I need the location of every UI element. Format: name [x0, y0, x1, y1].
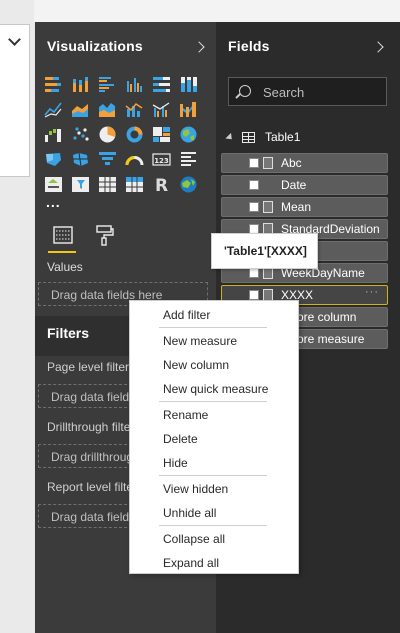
top-strip: [34, 0, 400, 22]
100-stacked-bar-icon[interactable]: [151, 74, 172, 95]
field-checkbox[interactable]: [249, 158, 259, 168]
collapse-fields-icon[interactable]: [372, 41, 384, 53]
area-chart-icon[interactable]: [70, 99, 91, 120]
waterfall-icon[interactable]: [43, 124, 64, 145]
menu-item-add-filter[interactable]: Add filter: [163, 308, 210, 322]
donut-chart-icon[interactable]: [124, 124, 145, 145]
globe-map-icon[interactable]: [178, 124, 199, 145]
gauge-icon[interactable]: [124, 149, 145, 170]
fields-search-input[interactable]: Search: [228, 77, 387, 106]
expand-caret-icon[interactable]: [225, 132, 235, 142]
menu-item-view-hidden[interactable]: View hidden: [163, 482, 228, 496]
filters-title: Filters: [47, 325, 90, 341]
r-visual-letter: R: [155, 176, 168, 194]
matrix-icon[interactable]: [124, 174, 145, 195]
report-canvas[interactable]: [0, 0, 34, 633]
values-label: Values: [47, 260, 83, 274]
line-column-icon[interactable]: [124, 99, 145, 120]
menu-item-new-column[interactable]: New column: [163, 358, 229, 372]
scatter-icon[interactable]: [70, 124, 91, 145]
menu-item-rename[interactable]: Rename: [163, 408, 208, 422]
field-item[interactable]: Date: [221, 175, 388, 195]
kpi-icon[interactable]: [43, 174, 64, 195]
more-options-icon[interactable]: ···: [365, 286, 379, 298]
menu-item-new-quick-measure[interactable]: New quick measure: [163, 382, 268, 396]
funnel-icon[interactable]: [97, 149, 118, 170]
field-name: Abc: [281, 156, 302, 170]
table-name: Table1: [265, 130, 301, 144]
menu-item-delete[interactable]: Delete: [163, 432, 198, 446]
field-checkbox[interactable]: [249, 180, 259, 190]
filled-map-icon[interactable]: [43, 149, 64, 170]
slicer-icon[interactable]: [70, 174, 91, 195]
field-item[interactable]: Abc: [221, 153, 388, 173]
context-menu: Add filter New measure New column New quick…: [129, 300, 299, 574]
search-icon: [239, 85, 251, 97]
stacked-column-icon[interactable]: [70, 74, 91, 95]
menu-item-unhide-all[interactable]: Unhide all: [163, 506, 216, 520]
visual-icon-grid: 123 R: [43, 74, 199, 195]
more-visuals-icon[interactable]: ...: [46, 194, 61, 210]
drillthrough-filters-label: Drillthrough filters: [47, 420, 141, 434]
stacked-bar-icon[interactable]: [43, 74, 64, 95]
100-stacked-column-icon[interactable]: [178, 74, 199, 95]
table-icon[interactable]: [97, 174, 118, 195]
arcgis-icon[interactable]: [178, 174, 199, 195]
multi-row-card-icon[interactable]: [178, 149, 199, 170]
format-paint-roller-icon[interactable]: [91, 222, 117, 248]
field-checkbox[interactable]: [249, 268, 259, 278]
menu-item-hide[interactable]: Hide: [163, 456, 188, 470]
treemap-icon[interactable]: [151, 124, 172, 145]
menu-item-new-measure[interactable]: New measure: [163, 334, 237, 348]
field-name: Mean: [281, 200, 312, 214]
card-icon[interactable]: 123: [151, 149, 172, 170]
field-item[interactable]: Mean: [221, 197, 388, 217]
viz-tabs: [35, 218, 216, 254]
ribbon-chart-icon[interactable]: [178, 99, 199, 120]
collapse-visualizations-icon[interactable]: [193, 41, 205, 53]
menu-separator: [159, 525, 267, 526]
line-clustered-column-icon[interactable]: [151, 99, 172, 120]
chevron-down-icon[interactable]: [8, 33, 21, 46]
clustered-column-icon[interactable]: [124, 74, 145, 95]
pie-chart-icon[interactable]: [97, 124, 118, 145]
menu-item-collapse-all[interactable]: Collapse all: [163, 532, 225, 546]
calculator-icon: [263, 201, 273, 213]
field-name: Date: [281, 178, 307, 192]
page-level-filters-label: Page level filters: [47, 360, 136, 374]
line-chart-icon[interactable]: [43, 99, 64, 120]
fields-title: Fields: [228, 38, 270, 54]
table-node[interactable]: Table1: [225, 128, 301, 146]
visual-card[interactable]: [0, 24, 30, 177]
shape-map-icon[interactable]: [70, 149, 91, 170]
menu-separator: [159, 475, 267, 476]
field-tooltip: 'Table1'[XXXX]: [211, 233, 318, 269]
fields-tab-icon[interactable]: [50, 222, 76, 248]
field-checkbox[interactable]: [249, 202, 259, 212]
active-tab-indicator: [48, 251, 76, 253]
menu-separator: [159, 401, 267, 402]
clustered-bar-icon[interactable]: [97, 74, 118, 95]
stacked-area-icon[interactable]: [97, 99, 118, 120]
visualizations-title: Visualizations: [47, 38, 143, 54]
field-checkbox[interactable]: [249, 290, 259, 300]
menu-item-expand-all[interactable]: Expand all: [163, 556, 219, 570]
card-icon-text: 123: [154, 157, 169, 165]
search-placeholder: Search: [263, 85, 305, 100]
table-icon: [242, 131, 255, 143]
measure-icon: [263, 157, 273, 169]
menu-separator: [159, 327, 267, 328]
r-visual-icon[interactable]: R: [151, 174, 172, 195]
